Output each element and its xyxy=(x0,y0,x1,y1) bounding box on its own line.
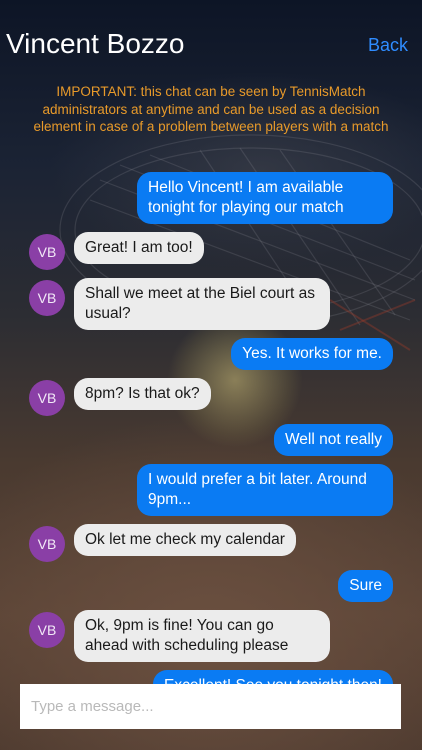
message-bubble-outgoing[interactable]: Sure xyxy=(338,570,393,602)
message-row-outgoing: Yes. It works for me. xyxy=(0,338,422,370)
message-bubble-incoming[interactable]: Ok let me check my calendar xyxy=(74,524,296,556)
message-row-outgoing: I would prefer a bit later. Around 9pm..… xyxy=(0,464,422,516)
contact-avatar[interactable]: VB xyxy=(29,280,65,316)
message-bubble-incoming[interactable]: 8pm? Is that ok? xyxy=(74,378,211,410)
message-row-incoming: VB Shall we meet at the Biel court as us… xyxy=(0,278,422,330)
contact-avatar[interactable]: VB xyxy=(29,234,65,270)
message-bubble-incoming[interactable]: Shall we meet at the Biel court as usual… xyxy=(74,278,330,330)
message-bubble-outgoing[interactable]: Yes. It works for me. xyxy=(231,338,393,370)
message-bubble-outgoing[interactable]: I would prefer a bit later. Around 9pm..… xyxy=(137,464,393,516)
message-row-incoming: VB Ok let me check my calendar xyxy=(0,524,422,562)
moderation-notice: IMPORTANT: this chat can be seen by Tenn… xyxy=(33,84,389,134)
message-row-outgoing: Sure xyxy=(0,570,422,602)
message-row-incoming: VB Great! I am too! xyxy=(0,232,422,270)
message-bubble-outgoing[interactable]: Hello Vincent! I am available tonight fo… xyxy=(137,172,393,224)
message-row-outgoing: Well not really xyxy=(0,424,422,456)
back-button[interactable]: Back xyxy=(368,35,408,56)
message-bubble-incoming[interactable]: Great! I am too! xyxy=(74,232,204,264)
message-bubble-outgoing[interactable]: Well not really xyxy=(273,424,393,456)
message-bubble-incoming[interactable]: Ok, 9pm is fine! You can go ahead with s… xyxy=(74,610,330,662)
contact-avatar[interactable]: VB xyxy=(29,380,65,416)
message-composer xyxy=(20,684,401,729)
chat-header: Vincent Bozzo Back xyxy=(0,0,422,90)
message-input[interactable] xyxy=(20,684,401,729)
chat-title: Vincent Bozzo xyxy=(6,28,185,59)
message-row-incoming: VB Ok, 9pm is fine! You can go ahead wit… xyxy=(0,610,422,662)
message-row-incoming: VB 8pm? Is that ok? xyxy=(0,378,422,416)
contact-avatar[interactable]: VB xyxy=(29,526,65,562)
message-row-outgoing: Hello Vincent! I am available tonight fo… xyxy=(0,172,422,224)
contact-avatar[interactable]: VB xyxy=(29,612,65,648)
message-list: Hello Vincent! I am available tonight fo… xyxy=(0,172,422,710)
